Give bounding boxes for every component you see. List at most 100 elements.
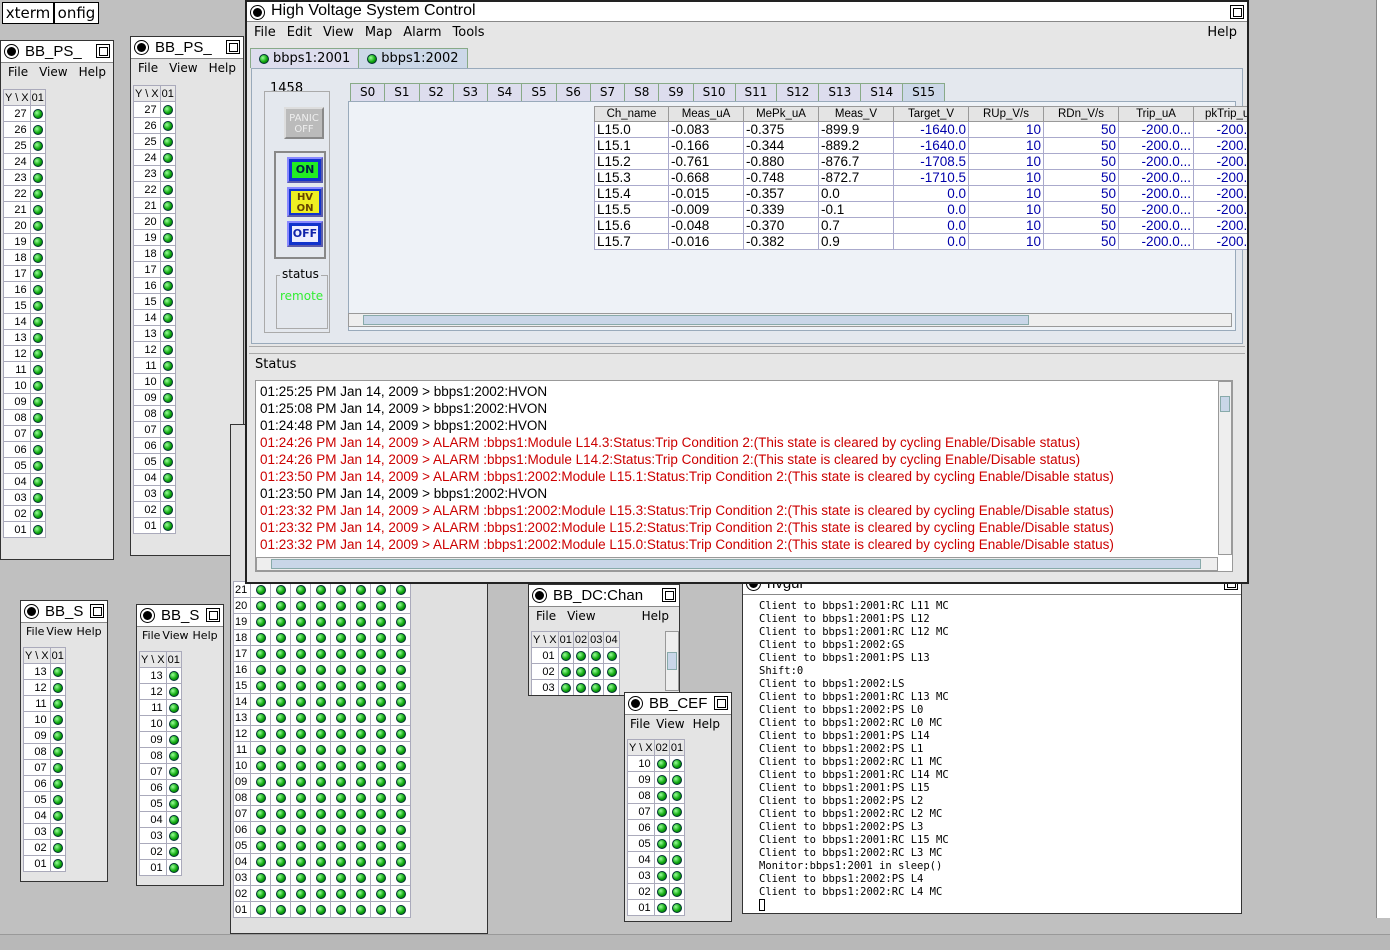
grid-cell[interactable]: [290, 789, 312, 806]
grid-cell[interactable]: [350, 853, 372, 870]
table-cell[interactable]: 0.0: [893, 233, 969, 250]
grid-cell[interactable]: [668, 883, 686, 900]
grid-cell[interactable]: [370, 661, 392, 678]
grid-cell[interactable]: [165, 731, 182, 748]
grid-cell[interactable]: [270, 709, 292, 726]
grid-cell[interactable]: [668, 803, 686, 820]
grid-cell[interactable]: [159, 149, 176, 166]
grid-cell[interactable]: [250, 725, 272, 742]
grid-cell[interactable]: [270, 613, 292, 630]
grid-cell[interactable]: [390, 885, 412, 902]
table-cell[interactable]: 0.0: [893, 201, 969, 218]
grid-cell[interactable]: [250, 789, 272, 806]
grid-cell[interactable]: [159, 341, 176, 358]
table-cell[interactable]: -200.0...: [1118, 137, 1194, 154]
grid-cell[interactable]: [370, 821, 392, 838]
grid-cell[interactable]: [159, 133, 176, 150]
off-button[interactable]: OFF: [287, 221, 323, 247]
grid-cell[interactable]: [350, 597, 372, 614]
bbs-b-titlebar[interactable]: BB_S: [137, 605, 223, 627]
grid-cell[interactable]: [270, 853, 292, 870]
grid-cell[interactable]: [588, 679, 605, 695]
maximize-icon[interactable]: [90, 604, 104, 618]
grid-cell[interactable]: [159, 261, 176, 278]
grid-cell[interactable]: [350, 629, 372, 646]
grid-cell[interactable]: [310, 597, 332, 614]
table-cell[interactable]: -200.0...: [1193, 153, 1247, 170]
grid-cell[interactable]: [653, 819, 670, 836]
table-cell[interactable]: -0.083: [668, 121, 744, 138]
grid-cell[interactable]: [290, 677, 312, 694]
grid-cell[interactable]: [159, 181, 176, 198]
table-cell[interactable]: 50: [1043, 233, 1119, 250]
log-vertical-scrollbar[interactable]: [1218, 381, 1232, 555]
grid-cell[interactable]: [370, 901, 392, 918]
grid-cell[interactable]: [350, 869, 372, 886]
table-cell[interactable]: -200.0...: [1193, 233, 1247, 250]
grid-cell[interactable]: [350, 725, 372, 742]
grid-cell[interactable]: [653, 803, 670, 820]
grid-cell[interactable]: [290, 837, 312, 854]
grid-cell[interactable]: [165, 859, 182, 876]
grid-cell[interactable]: [370, 869, 392, 886]
grid-cell[interactable]: [250, 869, 272, 886]
grid-cell[interactable]: [270, 677, 292, 694]
grid-cell[interactable]: [159, 421, 176, 438]
table-cell[interactable]: L15.7: [594, 233, 669, 250]
table-cell[interactable]: -1640.0: [893, 137, 969, 154]
grid-cell[interactable]: [290, 613, 312, 630]
grid-cell[interactable]: [330, 741, 352, 758]
grid-cell[interactable]: [330, 885, 352, 902]
grid-cell[interactable]: [588, 647, 605, 664]
table-cell[interactable]: 0.9: [818, 233, 894, 250]
grid-cell[interactable]: [49, 759, 66, 776]
terminal-output[interactable]: Client to bbps1:2001:RC L11 MC Client to …: [759, 600, 949, 899]
grid-cell[interactable]: [49, 807, 66, 824]
grid-cell[interactable]: [29, 281, 46, 298]
grid-cell[interactable]: [270, 821, 292, 838]
grid-cell[interactable]: [159, 229, 176, 246]
grid-cell[interactable]: [310, 709, 332, 726]
menu-file[interactable]: File: [8, 65, 28, 79]
grid-cell[interactable]: [159, 245, 176, 262]
table-cell[interactable]: L15.2: [594, 153, 669, 170]
tab-slot-s4[interactable]: S4: [487, 83, 523, 101]
menu-help[interactable]: Help: [1207, 22, 1237, 44]
grid-cell[interactable]: [270, 885, 292, 902]
table-cell[interactable]: -0.048: [668, 217, 744, 234]
grid-cell[interactable]: [330, 773, 352, 790]
grid-cell[interactable]: [250, 597, 272, 614]
table-cell[interactable]: -200.0...: [1193, 121, 1247, 138]
grid-cell[interactable]: [310, 677, 332, 694]
grid-cell[interactable]: [29, 521, 46, 538]
grid-cell[interactable]: [390, 741, 412, 758]
menu-help[interactable]: Help: [209, 61, 236, 75]
grid-cell[interactable]: [350, 613, 372, 630]
grid-cell[interactable]: [310, 645, 332, 662]
grid-cell[interactable]: [653, 787, 670, 804]
table-cell[interactable]: 10: [968, 169, 1044, 186]
table-cell[interactable]: 50: [1043, 217, 1119, 234]
xterm-taskbar-button[interactable]: xterm: [2, 2, 54, 24]
grid-cell[interactable]: [310, 757, 332, 774]
grid-cell[interactable]: [668, 771, 686, 788]
grid-cell[interactable]: [370, 677, 392, 694]
grid-cell[interactable]: [330, 789, 352, 806]
grid-cell[interactable]: [250, 629, 272, 646]
grid-cell[interactable]: [603, 647, 620, 664]
maximize-icon[interactable]: [96, 44, 110, 58]
grid-cell[interactable]: [159, 213, 176, 230]
grid-cell[interactable]: [29, 185, 46, 202]
menu-help[interactable]: Help: [77, 625, 102, 638]
menu-view[interactable]: View: [323, 25, 354, 40]
panic-off-button[interactable]: PANIC OFF: [284, 107, 324, 139]
table-cell[interactable]: 10: [968, 217, 1044, 234]
table-cell[interactable]: -200.0...: [1118, 233, 1194, 250]
table-cell[interactable]: -0.016: [668, 233, 744, 250]
table-cell[interactable]: 50: [1043, 169, 1119, 186]
grid-cell[interactable]: [668, 899, 686, 916]
menu-file[interactable]: File: [536, 609, 556, 623]
menu-edit[interactable]: Edit: [287, 25, 312, 40]
menu-alarm[interactable]: Alarm: [403, 25, 441, 40]
grid-cell[interactable]: [557, 647, 574, 664]
